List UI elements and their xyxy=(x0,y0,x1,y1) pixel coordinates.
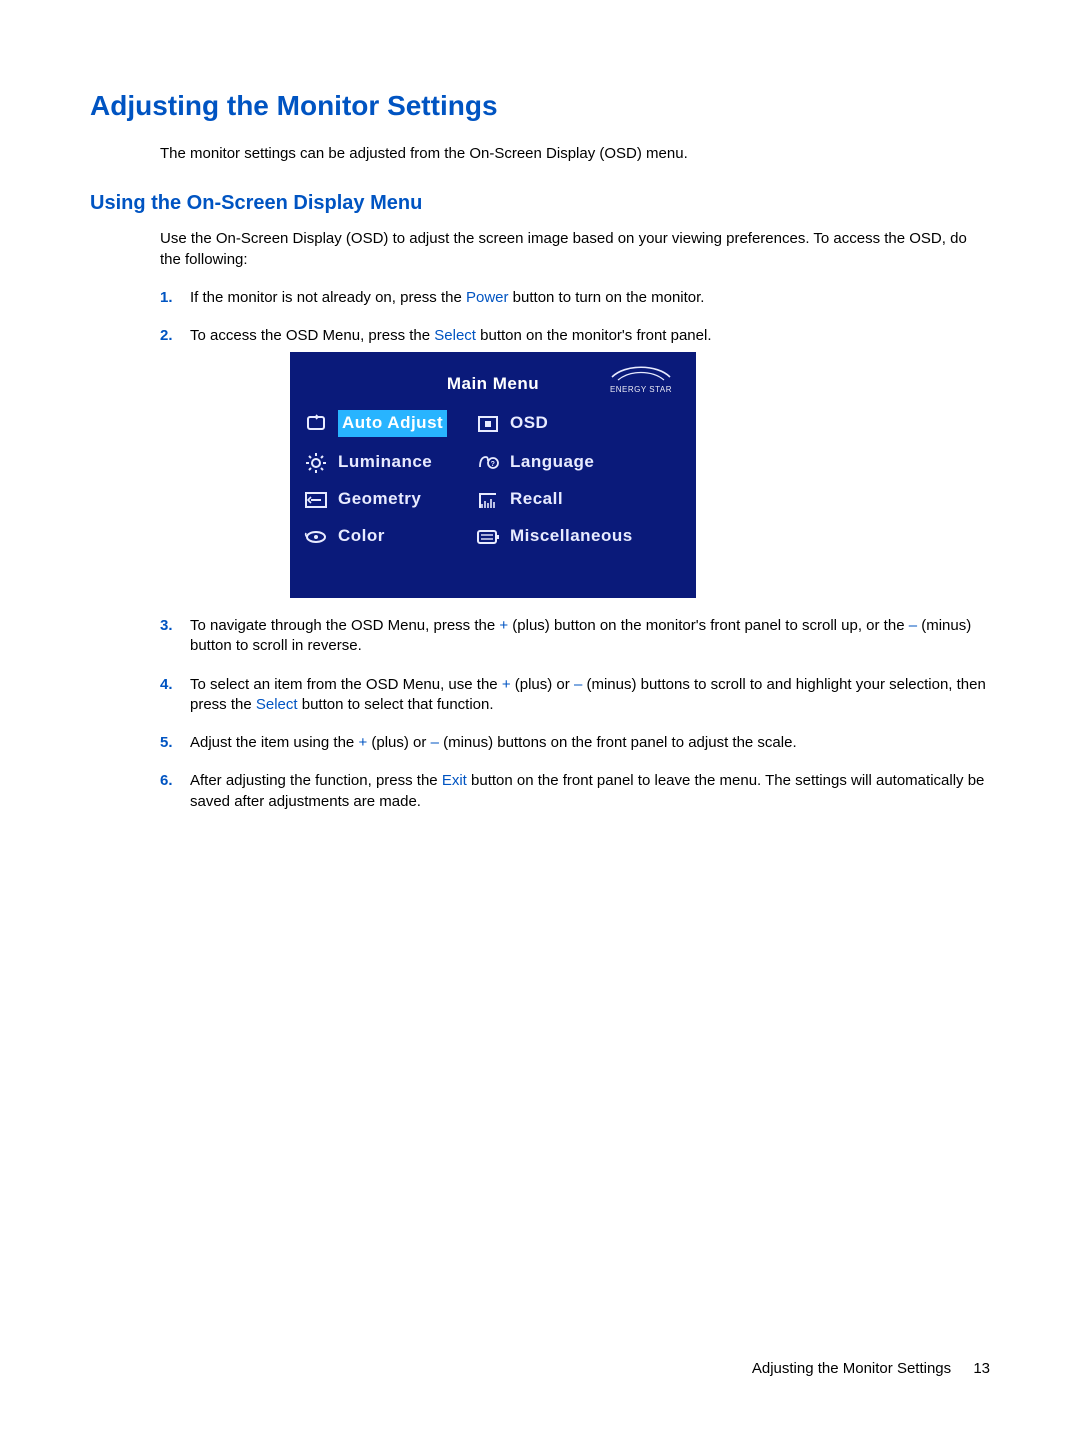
section-heading: Using the On-Screen Display Menu xyxy=(90,192,990,215)
step-text: To navigate through the OSD Menu, press … xyxy=(190,617,499,634)
step-text: To access the OSD Menu, press the xyxy=(190,327,434,344)
step-1: 1. If the monitor is not already on, pre… xyxy=(160,288,990,308)
keyword-exit: Exit xyxy=(442,772,467,789)
osd-figure: Main Menu ENERGY STAR xyxy=(290,352,990,598)
geometry-icon xyxy=(304,489,328,511)
luminance-icon xyxy=(304,452,328,474)
keyword-select: Select xyxy=(256,696,298,713)
step-text: (plus) button on the monitor's front pan… xyxy=(508,617,909,634)
step-number: 2. xyxy=(160,326,173,346)
color-icon xyxy=(304,526,328,548)
keyword-minus: – xyxy=(431,734,439,751)
osd-item-luminance: Luminance xyxy=(338,451,468,474)
page-footer: Adjusting the Monitor Settings 13 xyxy=(752,1360,990,1377)
step-number: 5. xyxy=(160,733,173,753)
osd-selected-item: Auto Adjust xyxy=(338,410,447,437)
step-number: 4. xyxy=(160,675,173,695)
intro-paragraph: The monitor settings can be adjusted fro… xyxy=(160,144,990,164)
keyword-select: Select xyxy=(434,327,476,344)
osd-item-osd: OSD xyxy=(510,412,682,435)
step-text: (plus) or xyxy=(511,676,574,693)
step-text: After adjusting the function, press the xyxy=(190,772,442,789)
step-text: To select an item from the OSD Menu, use… xyxy=(190,676,502,693)
energy-star-icon xyxy=(610,362,672,384)
energy-star-logo: ENERGY STAR xyxy=(602,362,680,396)
footer-title: Adjusting the Monitor Settings xyxy=(752,1360,951,1377)
miscellaneous-icon xyxy=(476,526,500,548)
language-icon: ? xyxy=(476,452,500,474)
osd-icon xyxy=(476,413,500,435)
page-number: 13 xyxy=(973,1360,990,1377)
step-number: 6. xyxy=(160,771,173,791)
keyword-power: Power xyxy=(466,289,509,306)
recall-icon xyxy=(476,489,500,511)
step-2: 2. To access the OSD Menu, press the Sel… xyxy=(160,326,990,598)
step-text: Adjust the item using the xyxy=(190,734,358,751)
lead-paragraph: Use the On-Screen Display (OSD) to adjus… xyxy=(160,229,990,270)
steps-list: 1. If the monitor is not already on, pre… xyxy=(160,288,990,812)
osd-item-language: Language xyxy=(510,451,682,474)
step-text: (plus) or xyxy=(367,734,430,751)
energy-star-label: ENERGY STAR xyxy=(602,385,680,396)
step-text: button on the monitor's front panel. xyxy=(476,327,712,344)
step-5: 5. Adjust the item using the + (plus) or… xyxy=(160,733,990,753)
osd-item-auto-adjust: Auto Adjust xyxy=(338,410,468,437)
step-text: If the monitor is not already on, press … xyxy=(190,289,466,306)
step-number: 3. xyxy=(160,616,173,636)
step-3: 3. To navigate through the OSD Menu, pre… xyxy=(160,616,990,657)
step-number: 1. xyxy=(160,288,173,308)
svg-text:?: ? xyxy=(491,461,496,468)
osd-item-color: Color xyxy=(338,525,468,548)
keyword-plus: + xyxy=(358,734,367,751)
keyword-plus: + xyxy=(499,617,508,634)
osd-item-miscellaneous: Miscellaneous xyxy=(510,525,682,548)
auto-adjust-icon xyxy=(304,413,328,435)
osd-item-geometry: Geometry xyxy=(338,488,468,511)
step-6: 6. After adjusting the function, press t… xyxy=(160,771,990,812)
osd-item-recall: Recall xyxy=(510,488,682,511)
keyword-minus: – xyxy=(909,617,917,634)
step-text: (minus) buttons on the front panel to ad… xyxy=(439,734,797,751)
page-heading: Adjusting the Monitor Settings xyxy=(90,90,990,122)
osd-panel: Main Menu ENERGY STAR xyxy=(290,352,696,598)
osd-menu-grid: Auto Adjust OSD Luminance ? L xyxy=(300,410,686,548)
step-4: 4. To select an item from the OSD Menu, … xyxy=(160,675,990,716)
step-text: button to select that function. xyxy=(298,696,494,713)
osd-header: Main Menu ENERGY STAR xyxy=(300,366,686,402)
keyword-plus: + xyxy=(502,676,511,693)
step-text: button to turn on the monitor. xyxy=(509,289,705,306)
